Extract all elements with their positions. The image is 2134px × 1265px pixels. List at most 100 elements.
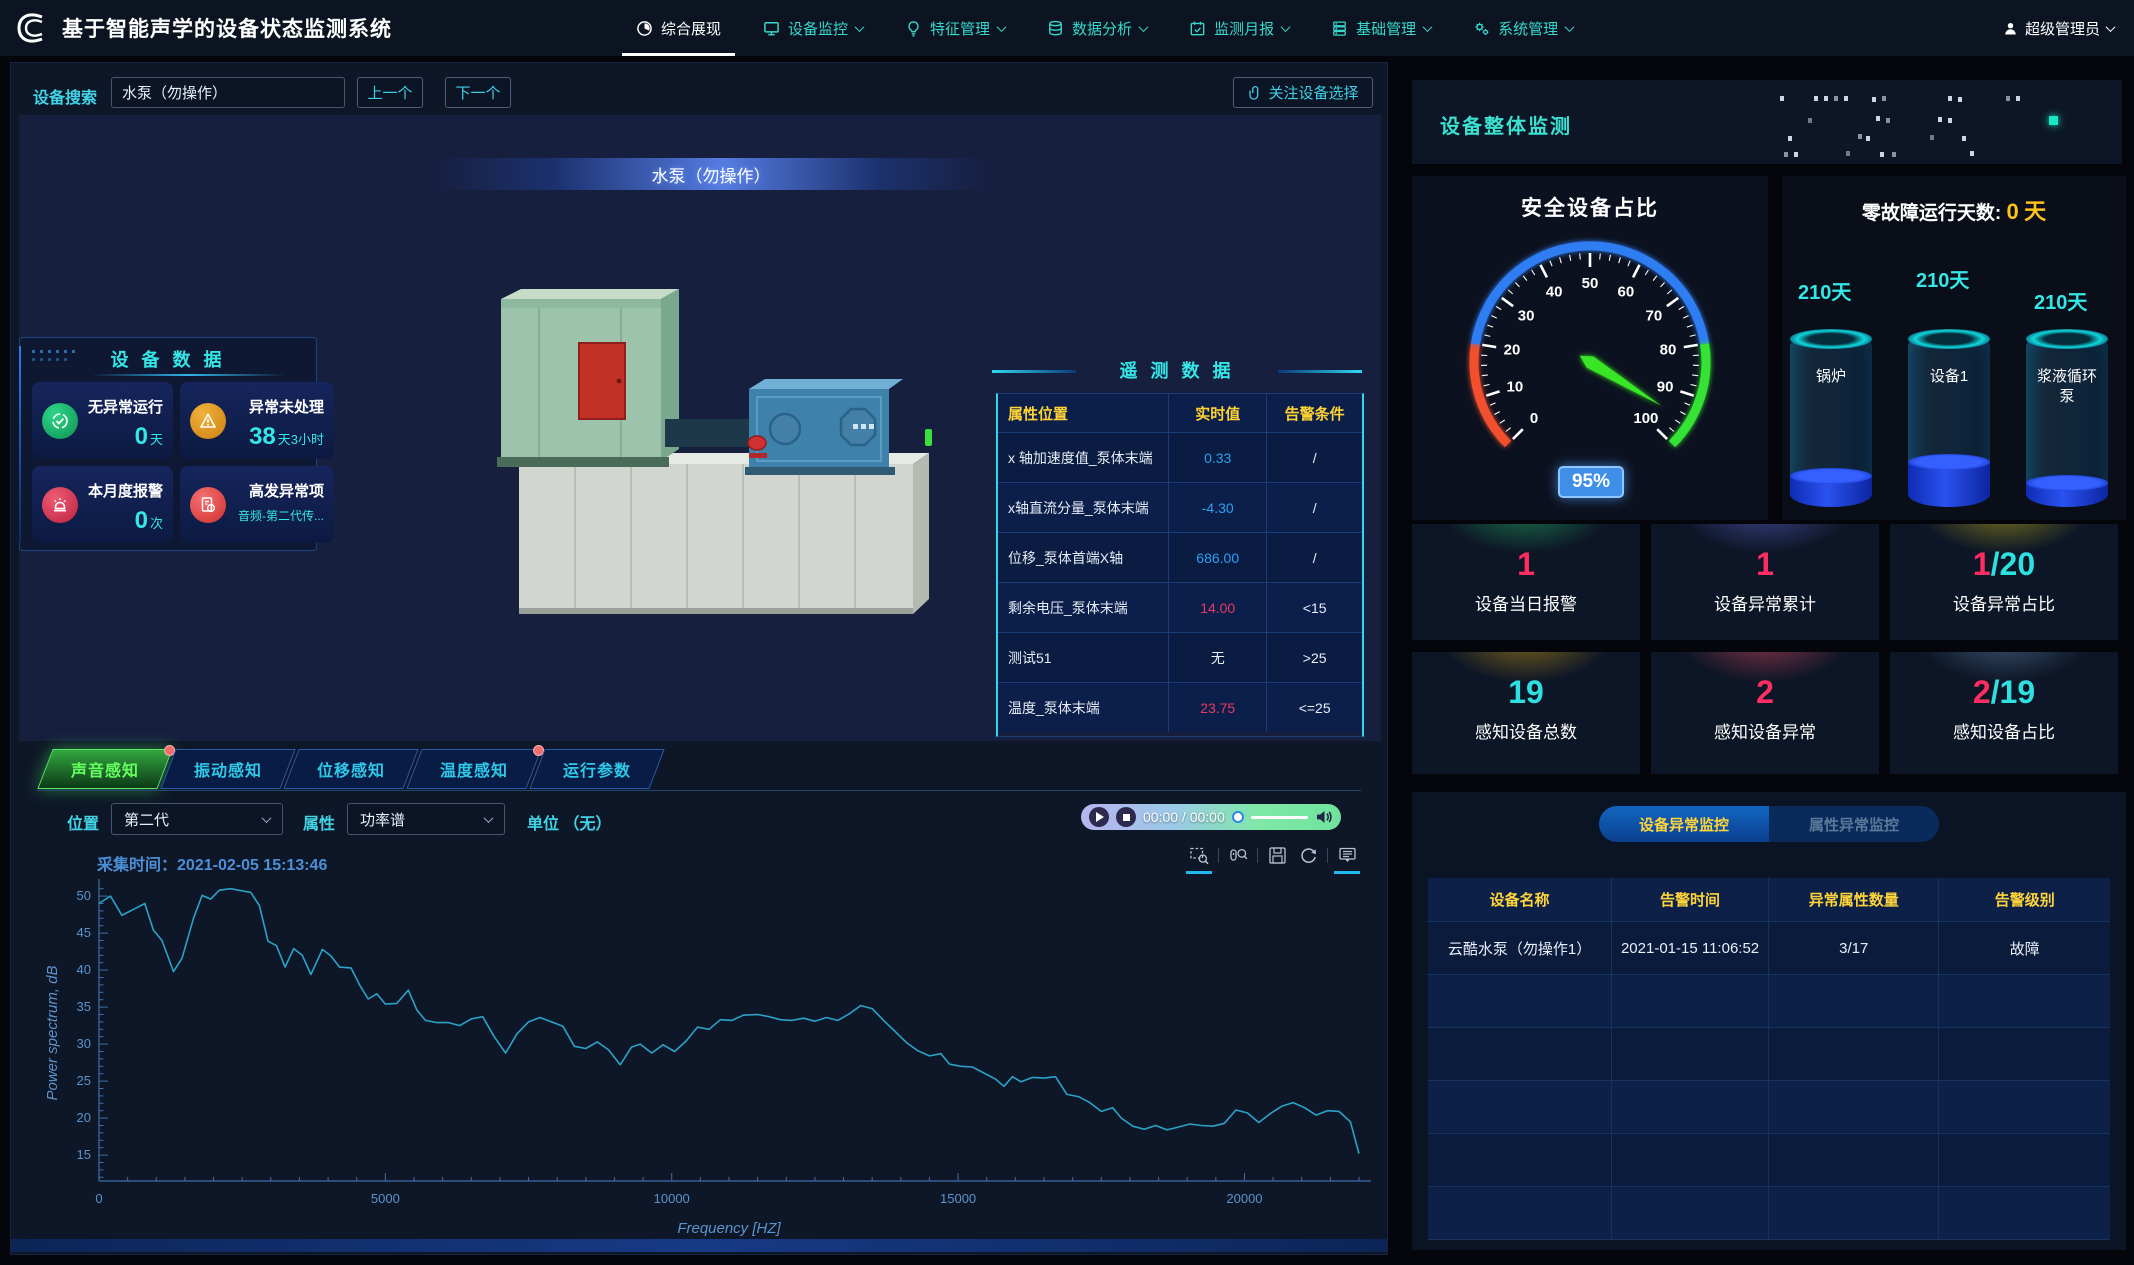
seek-track[interactable] xyxy=(1251,816,1308,819)
tab-attribute-anomaly-monitor[interactable]: 属性异常监控 xyxy=(1769,806,1939,842)
svg-text:20: 20 xyxy=(1504,342,1521,359)
tab-temperature-sense[interactable]: 温度感知 xyxy=(406,749,541,789)
chevron-down-icon xyxy=(1423,22,1433,32)
telemetry-header-row: 属性位置 实时值 告警条件 xyxy=(998,394,1362,432)
telemetry-row[interactable]: 温度_泵体末端 23.75 <=25 xyxy=(998,682,1362,732)
tab-sound-sense[interactable]: 声音感知 xyxy=(37,749,172,789)
telemetry-panel: 遥 测 数 据 属性位置 实时值 告警条件 x 轴加速度值_泵体末端 0.33 … xyxy=(986,357,1368,737)
gears-icon xyxy=(1473,20,1490,37)
svg-text:10000: 10000 xyxy=(654,1191,690,1206)
alarm-row-empty xyxy=(1428,1028,2110,1081)
tab-displacement-sense[interactable]: 位移感知 xyxy=(283,749,418,789)
user-menu[interactable]: 超级管理员 xyxy=(2003,0,2114,56)
svg-text:80: 80 xyxy=(1660,342,1677,359)
nav-item-device-monitor[interactable]: 设备监控 xyxy=(763,0,863,56)
app-title: 基于智能声学的设备状态监测系统 xyxy=(62,13,392,43)
zero-fault-card: 零故障运行天数: 0 天 210天 210天 210天 锅炉 设备1 浆液循环泵 xyxy=(1782,176,2126,520)
pump-3d-model[interactable] xyxy=(461,281,961,631)
device-3d-viewer[interactable]: 水泵（勿操作） xyxy=(19,115,1381,741)
device-cylinder: 锅炉 xyxy=(1790,333,1872,507)
area-zoom-icon[interactable] xyxy=(1187,843,1211,867)
server-icon xyxy=(1331,20,1348,37)
cylinder-top-ring xyxy=(1790,329,1872,349)
svg-text:40: 40 xyxy=(77,962,91,977)
cylinder-top-ring xyxy=(1908,329,1990,349)
user-icon xyxy=(2003,21,2018,36)
dashboard-root: 基于智能声学的设备状态监测系统 综合展现 设备监控 特征管理 数据分析 xyxy=(0,0,2134,1265)
stat-sensor-anomaly: 2 感知设备异常 xyxy=(1651,652,1879,774)
unit-label: 单位 （无） xyxy=(527,810,611,834)
device-cylinder: 设备1 xyxy=(1908,333,1990,507)
chart-toolbar xyxy=(1187,843,1359,867)
safe-device-gauge: 0102030405060708090100 xyxy=(1430,216,1750,476)
position-select[interactable]: 第二代 xyxy=(111,803,283,835)
alarm-siren-icon xyxy=(42,487,78,523)
alarm-header-row: 设备名称 告警时间 异常属性数量 告警级别 xyxy=(1428,878,2110,922)
tabs-divider xyxy=(37,790,1361,791)
cylinder-top-ring xyxy=(2026,329,2108,349)
focus-device-select-button[interactable]: 关注设备选择 xyxy=(1233,77,1373,108)
svg-text:15: 15 xyxy=(77,1147,91,1162)
device-name-banner: 水泵（勿操作） xyxy=(431,158,991,190)
alarm-row[interactable]: 云酷水泵（勿操作1） 2021-01-15 11:06:52 3/17 故障 xyxy=(1428,922,2110,975)
telemetry-title: 遥 测 数 据 xyxy=(986,357,1368,391)
data-view-icon[interactable] xyxy=(1335,843,1359,867)
zoom-restore-icon[interactable] xyxy=(1226,843,1250,867)
teal-square-decoration xyxy=(2049,116,2058,125)
safe-device-gauge-card: 安全设备占比 0102030405060708090100 95% xyxy=(1412,176,1768,520)
nav-item-feature-mgmt[interactable]: 特征管理 xyxy=(905,0,1005,56)
tab-running-params[interactable]: 运行参数 xyxy=(529,749,664,789)
svg-text:15000: 15000 xyxy=(940,1191,976,1206)
telemetry-row[interactable]: 剩余电压_泵体末端 14.00 <15 xyxy=(998,582,1362,632)
stat-today-alarms: 1 设备当日报警 xyxy=(1412,524,1640,640)
alarm-table: 设备名称 告警时间 异常属性数量 告警级别 云酷水泵（勿操作1） 2021-01… xyxy=(1428,878,2110,1240)
svg-text:0: 0 xyxy=(1530,410,1538,427)
cylinder-liquid xyxy=(1908,462,1990,507)
paperclip-icon xyxy=(1247,85,1262,101)
telemetry-row[interactable]: x 轴加速度值_泵体末端 0.33 / xyxy=(998,432,1362,482)
telemetry-row[interactable]: 位移_泵体首端X轴 686.00 / xyxy=(998,532,1362,582)
refresh-icon[interactable] xyxy=(1296,843,1320,867)
stat-card-normal-run: 无异常运行 0天 xyxy=(32,382,173,459)
sensor-indicator-light xyxy=(925,429,932,446)
nav-item-data-analysis[interactable]: 数据分析 xyxy=(1047,0,1147,56)
svg-text:Power spectrum, dB: Power spectrum, dB xyxy=(44,965,61,1100)
telemetry-row[interactable]: x轴直流分量_泵体末端 -4.30 / xyxy=(998,482,1362,532)
next-device-button[interactable]: 下一个 xyxy=(445,77,511,108)
tab-vibration-sense[interactable]: 振动感知 xyxy=(160,749,295,789)
check-circle-icon xyxy=(42,403,78,439)
svg-text:Frequency [HZ]: Frequency [HZ] xyxy=(677,1220,781,1237)
stop-button[interactable] xyxy=(1116,807,1136,827)
prev-device-button[interactable]: 上一个 xyxy=(357,77,423,108)
svg-text:35: 35 xyxy=(77,999,91,1014)
cylinder-liquid xyxy=(2026,483,2108,507)
tab-device-anomaly-monitor[interactable]: 设备异常监控 xyxy=(1599,806,1769,842)
alarm-row-empty xyxy=(1428,1081,2110,1134)
overall-monitor-header: 设备整体监测 xyxy=(1412,80,2122,164)
main-nav: 综合展现 设备监控 特征管理 数据分析 监测月报 xyxy=(636,0,1573,56)
telemetry-row[interactable]: 测试51 无 >25 xyxy=(998,632,1362,682)
left-panel: 设备搜索 上一个 下一个 关注设备选择 水泵（勿操作） xyxy=(10,62,1388,1255)
nav-item-overview[interactable]: 综合展现 xyxy=(636,0,721,56)
dot-pattern-decoration xyxy=(32,350,35,353)
warning-triangle-icon xyxy=(190,403,226,439)
stat-anomaly-total: 1 设备异常累计 xyxy=(1651,524,1879,640)
volume-icon[interactable] xyxy=(1315,809,1333,825)
svg-text:20: 20 xyxy=(77,1110,91,1125)
attribute-select[interactable]: 功率谱 xyxy=(347,803,505,835)
nav-item-base-mgmt[interactable]: 基础管理 xyxy=(1331,0,1431,56)
chevron-down-icon xyxy=(1139,22,1149,32)
svg-text:10: 10 xyxy=(1507,378,1524,395)
play-button[interactable] xyxy=(1089,807,1109,827)
nav-item-system-mgmt[interactable]: 系统管理 xyxy=(1473,0,1573,56)
chevron-down-icon xyxy=(1281,22,1291,32)
save-image-icon[interactable] xyxy=(1265,843,1289,867)
sense-tab-bar: 声音感知 振动感知 位移感知 温度感知 运行参数 xyxy=(45,749,657,789)
nav-item-monthly-report[interactable]: 监测月报 xyxy=(1189,0,1289,56)
svg-text:70: 70 xyxy=(1646,308,1663,325)
alarm-tab-bar: 设备异常监控 属性异常监控 xyxy=(1599,806,1939,842)
device-search-input[interactable] xyxy=(111,77,345,108)
cylinder-liquid xyxy=(1790,476,1872,507)
seek-handle[interactable] xyxy=(1232,811,1244,823)
spectrum-chart[interactable]: 152025303540455005000100001500020000Powe… xyxy=(41,869,1381,1261)
